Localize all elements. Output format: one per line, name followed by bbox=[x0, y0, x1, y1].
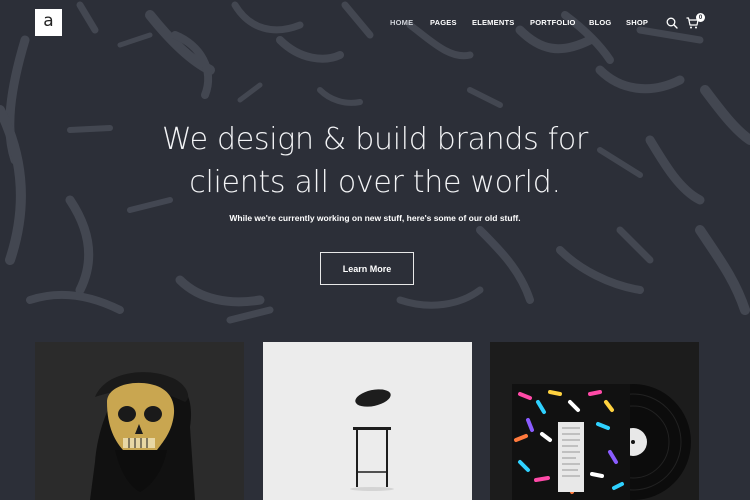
nav-item-home[interactable]: Home bbox=[390, 18, 413, 27]
search-icon[interactable] bbox=[666, 17, 678, 29]
nav-item-blog[interactable]: Blog bbox=[589, 18, 611, 27]
cart-count-badge: 0 bbox=[696, 13, 705, 22]
hero-headline-line2: clients all over the world. bbox=[189, 165, 561, 200]
hero-headline-line1: We design & build brands for bbox=[162, 122, 588, 157]
logo-letter: a bbox=[43, 11, 54, 31]
stool-image bbox=[263, 342, 472, 500]
nav-item-elements[interactable]: Elements bbox=[472, 18, 514, 27]
hero-headline: We design & build brands for clients all… bbox=[0, 118, 750, 204]
vinyl-record-image bbox=[490, 342, 699, 500]
skull-bust-image bbox=[35, 342, 244, 500]
portfolio-item-skull-bust[interactable] bbox=[35, 342, 244, 500]
hero-subtitle: While we're currently working on new stu… bbox=[229, 213, 521, 223]
learn-more-button[interactable]: Learn More bbox=[320, 252, 414, 285]
site-logo[interactable]: a bbox=[35, 9, 62, 36]
portfolio-item-vinyl[interactable] bbox=[490, 342, 699, 500]
nav-item-portfolio[interactable]: Portfolio bbox=[530, 18, 576, 27]
portfolio-item-stool[interactable] bbox=[263, 342, 472, 500]
nav-item-shop[interactable]: Shop bbox=[626, 18, 648, 27]
nav-item-pages[interactable]: Pages bbox=[430, 18, 457, 27]
